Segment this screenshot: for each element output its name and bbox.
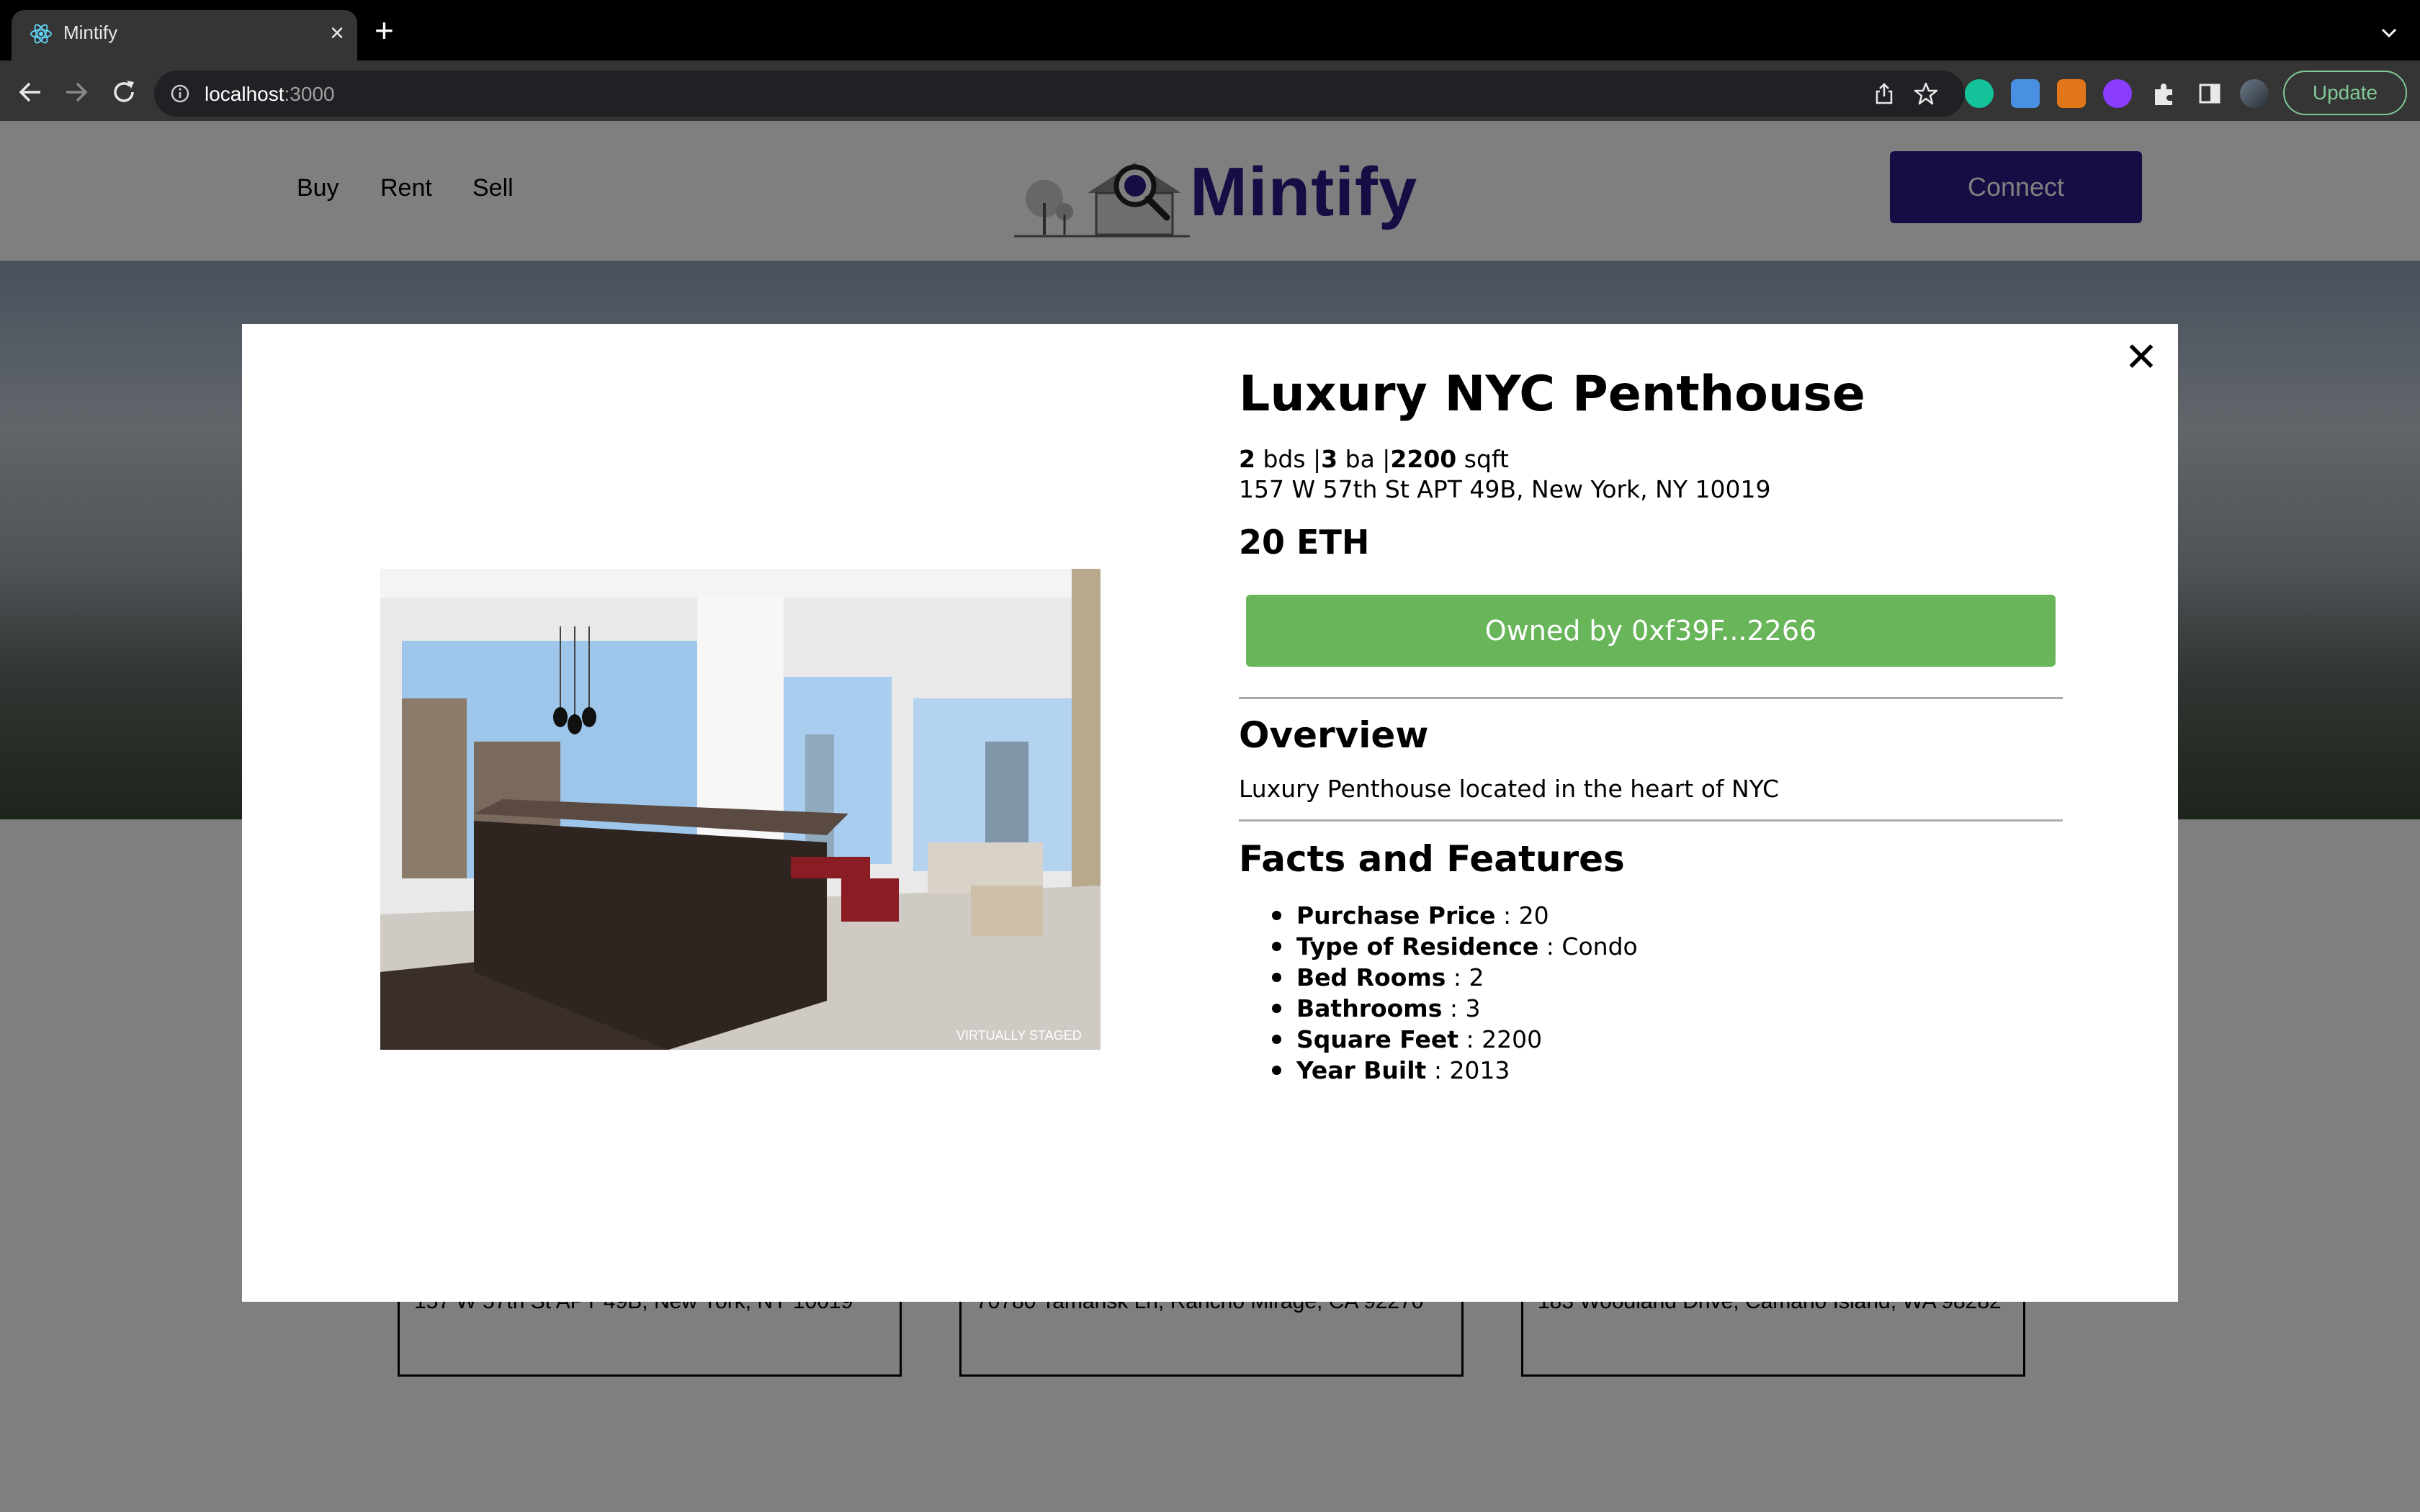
fact-label: Bathrooms <box>1296 994 1443 1022</box>
star-icon[interactable] <box>1913 81 1939 107</box>
photo-watermark: VIRTUALLY STAGED <box>956 1028 1082 1043</box>
fact-item: Purchase Price : 20 <box>1272 900 1638 931</box>
fact-label: Type of Residence <box>1296 932 1539 960</box>
extension-icon[interactable] <box>2103 79 2132 108</box>
fact-value: 2 <box>1469 963 1484 991</box>
close-tab-icon[interactable]: × <box>330 19 344 48</box>
update-button[interactable]: Update <box>2283 71 2407 115</box>
property-address: 157 W 57th St APT 49B, New York, NY 1001… <box>1239 475 1771 503</box>
overview-heading: Overview <box>1239 714 1429 756</box>
tab-title: Mintify <box>63 22 118 43</box>
new-tab-icon[interactable]: + <box>375 14 394 47</box>
fact-value: 20 <box>1518 901 1549 930</box>
fact-label: Purchase Price <box>1296 901 1496 930</box>
fact-label: Year Built <box>1296 1056 1427 1084</box>
baths-unit: ba <box>1345 445 1375 473</box>
share-icon[interactable] <box>1873 82 1896 105</box>
fact-item: Bed Rooms : 2 <box>1272 962 1638 993</box>
url-text: localhost:3000 <box>205 83 335 106</box>
react-favicon <box>30 24 52 44</box>
fact-item: Year Built : 2013 <box>1272 1055 1638 1086</box>
fact-value: Condo <box>1561 932 1638 960</box>
property-photo: VIRTUALLY STAGED <box>380 569 1101 1050</box>
url-host: localhost <box>205 83 284 105</box>
fact-item: Bathrooms : 3 <box>1272 993 1638 1024</box>
baths-value: 3 <box>1321 445 1338 473</box>
browser-tab-bar: Mintify × + <box>0 0 2420 60</box>
sqft-value: 2200 <box>1390 445 1457 473</box>
address-bar[interactable]: localhost:3000 <box>154 71 1965 117</box>
chevron-down-icon[interactable] <box>2378 22 2400 43</box>
fact-item: Square Feet : 2200 <box>1272 1024 1638 1055</box>
url-port: :3000 <box>284 83 335 105</box>
info-icon[interactable] <box>170 84 190 104</box>
owned-by-button[interactable]: Owned by 0xf39F...2266 <box>1246 595 2056 667</box>
facts-heading: Facts and Features <box>1239 838 1625 880</box>
avatar[interactable] <box>2240 79 2269 108</box>
dropbox-icon[interactable] <box>2011 79 2040 108</box>
property-price: 20 ETH <box>1239 523 1370 562</box>
overview-text: Luxury Penthouse located in the heart of… <box>1239 775 1780 803</box>
fact-value: 3 <box>1465 994 1481 1022</box>
fact-label: Bed Rooms <box>1296 963 1446 991</box>
grammarly-icon[interactable] <box>1965 79 1994 108</box>
fact-item: Type of Residence : Condo <box>1272 932 1638 960</box>
forward-icon[interactable] <box>60 76 92 108</box>
facts-list: Purchase Price : 20 Type of Residence : … <box>1272 900 1638 1086</box>
puzzle-icon[interactable] <box>2149 79 2178 108</box>
sidepanel-icon[interactable] <box>2195 79 2224 108</box>
beds-value: 2 <box>1239 445 1255 473</box>
metamask-icon[interactable] <box>2057 79 2086 108</box>
fact-value: 2013 <box>1449 1056 1510 1084</box>
fact-label: Square Feet <box>1296 1025 1459 1053</box>
divider <box>1239 697 2063 699</box>
beds-unit: bds <box>1263 445 1306 473</box>
property-specs: 2 bds |3 ba |2200 sqft <box>1239 445 1509 473</box>
reload-icon[interactable] <box>108 76 140 108</box>
sqft-unit: sqft <box>1464 445 1509 473</box>
close-icon[interactable]: ✕ <box>2123 338 2159 378</box>
divider <box>1239 819 2063 822</box>
property-modal: VIRTUALLY STAGED ✕ Luxury NYC Penthouse … <box>242 324 2178 1302</box>
back-icon[interactable] <box>14 76 46 108</box>
fact-value: 2200 <box>1482 1025 1543 1053</box>
browser-tab[interactable]: Mintify × <box>12 10 357 60</box>
property-title: Luxury NYC Penthouse <box>1239 366 1865 423</box>
